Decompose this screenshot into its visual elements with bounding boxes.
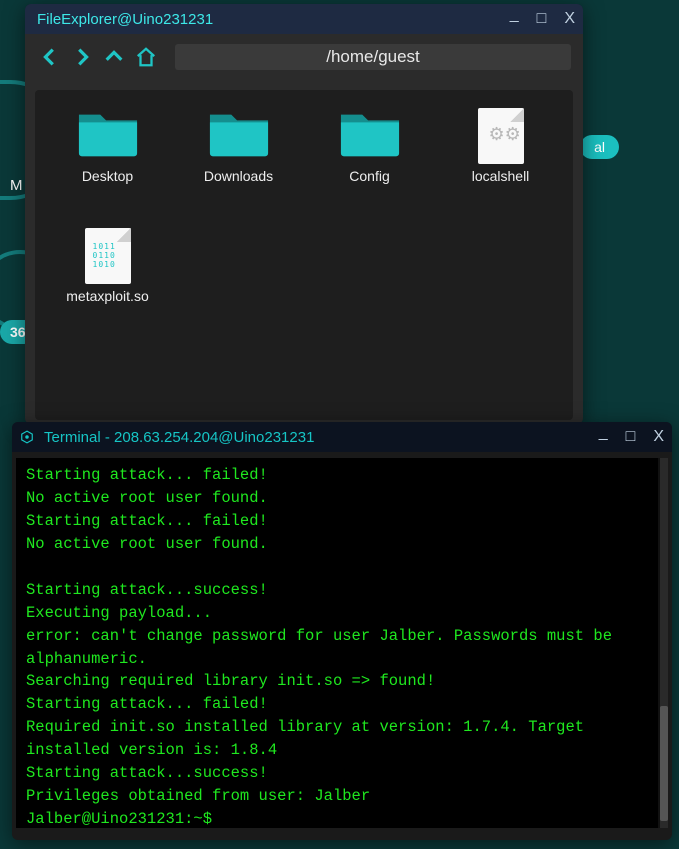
file-label: metaxploit.so [66, 288, 148, 304]
desktop-label: M [10, 177, 23, 194]
home-icon [135, 46, 157, 68]
nav-forward-button[interactable] [69, 44, 95, 70]
file-explorer-titlebar[interactable]: FileExplorer@Uino231231 _ □ X [25, 4, 583, 34]
minimize-button[interactable]: _ [599, 424, 608, 442]
scrollbar-thumb[interactable] [660, 706, 668, 821]
chevron-left-icon [39, 46, 61, 68]
folder-icon [339, 108, 401, 158]
file-label: Config [349, 168, 389, 184]
close-button[interactable]: X [653, 428, 664, 446]
nav-back-button[interactable] [37, 44, 63, 70]
chevron-right-icon [71, 46, 93, 68]
minimize-button[interactable]: _ [510, 6, 519, 24]
nav-home-button[interactable] [133, 44, 159, 70]
file-label: Downloads [204, 168, 273, 184]
chevron-up-icon [103, 46, 125, 68]
terminal-window: Terminal - 208.63.254.204@Uino231231 _ □… [12, 422, 672, 840]
library-file-icon: 101101101010 [77, 228, 139, 278]
folder-item[interactable]: Downloads [178, 108, 299, 218]
folder-icon [208, 108, 270, 158]
nav-up-button[interactable] [101, 44, 127, 70]
file-explorer-window: FileExplorer@Uino231231 _ □ X /home/gues… [25, 4, 583, 424]
terminal-output[interactable]: Starting attack... failed! No active roo… [16, 458, 658, 828]
desktop-pill: al [580, 135, 619, 159]
folder-item[interactable]: Config [309, 108, 430, 218]
file-explorer-title: FileExplorer@Uino231231 [37, 11, 510, 28]
file-item[interactable]: 101101101010 metaxploit.so [47, 228, 168, 338]
file-grid: Desktop Downloads Config ⚙⚙ localshell 101101… [35, 90, 573, 420]
executable-file-icon: ⚙⚙ [470, 108, 532, 158]
path-input[interactable]: /home/guest [175, 44, 571, 70]
terminal-scrollbar[interactable] [658, 458, 668, 828]
folder-icon [77, 108, 139, 158]
file-explorer-toolbar: /home/guest [25, 34, 583, 80]
maximize-button[interactable]: □ [537, 10, 547, 28]
maximize-button[interactable]: □ [626, 428, 636, 446]
terminal-icon [20, 430, 34, 444]
folder-item[interactable]: Desktop [47, 108, 168, 218]
terminal-title: Terminal - 208.63.254.204@Uino231231 [44, 429, 599, 446]
file-item[interactable]: ⚙⚙ localshell [440, 108, 561, 218]
file-label: localshell [472, 168, 530, 184]
close-button[interactable]: X [564, 10, 575, 28]
file-explorer-body: Desktop Downloads Config ⚙⚙ localshell 101101… [25, 80, 583, 424]
terminal-titlebar[interactable]: Terminal - 208.63.254.204@Uino231231 _ □… [12, 422, 672, 452]
file-label: Desktop [82, 168, 133, 184]
